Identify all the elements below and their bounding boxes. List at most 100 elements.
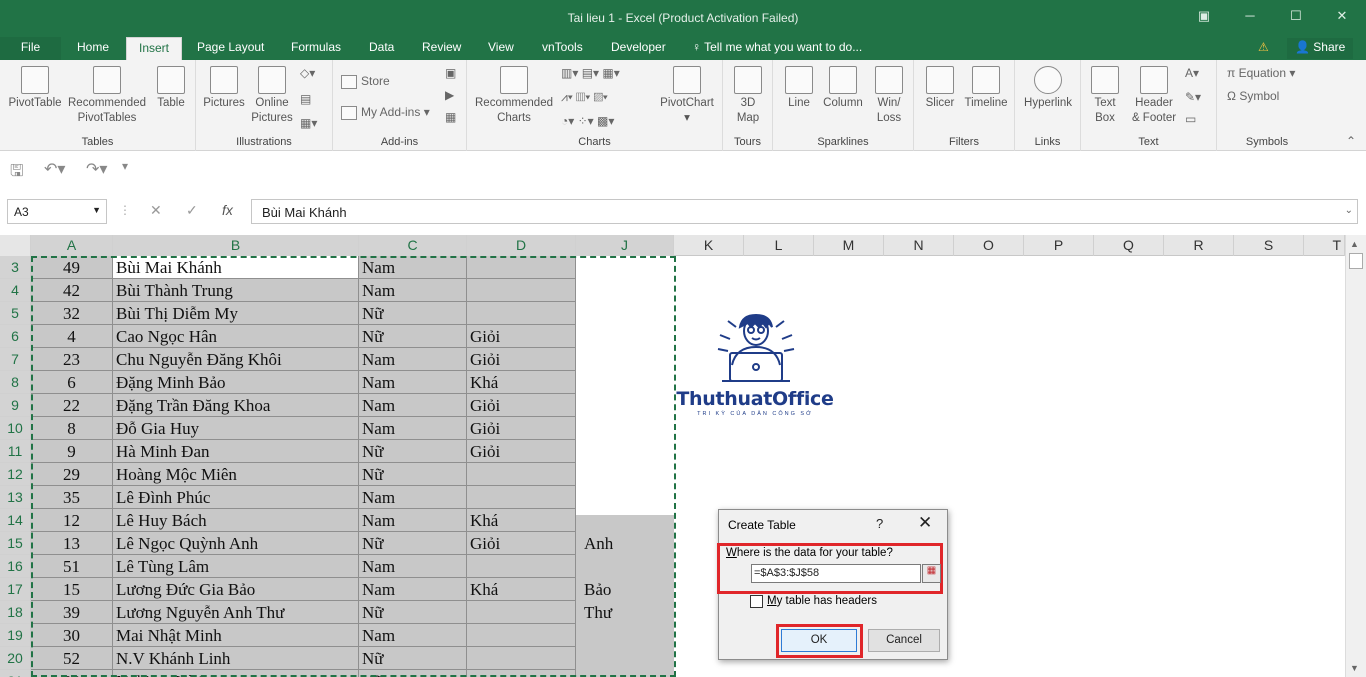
scroll-up-icon[interactable]: ▲ <box>1350 239 1359 249</box>
cell-d[interactable] <box>467 647 576 670</box>
cell-d[interactable]: Giỏi <box>467 417 576 440</box>
headers-checkbox[interactable] <box>750 595 763 608</box>
row-header[interactable]: 19 <box>0 624 31 647</box>
ok-button[interactable]: OK <box>781 629 857 652</box>
slicer-button[interactable]: Slicer <box>920 66 960 111</box>
cell-c[interactable]: Nữ <box>359 463 467 486</box>
tab-home[interactable]: Home <box>77 40 109 54</box>
column-header-c[interactable]: C <box>359 235 467 256</box>
column-header-n[interactable]: N <box>884 235 954 256</box>
cell-c[interactable]: Nam <box>359 256 467 279</box>
column-header-k[interactable]: K <box>674 235 744 256</box>
row-header[interactable]: 8 <box>0 371 31 394</box>
cancel-entry-icon[interactable]: ✕ <box>150 202 162 219</box>
tab-review[interactable]: Review <box>422 40 461 54</box>
tab-file[interactable]: File <box>0 37 61 60</box>
headers-checkbox-label[interactable]: My table has headers <box>767 595 877 607</box>
column-chart-icon[interactable]: ▥▾ ▤▾ ▦▾ <box>561 66 620 80</box>
cell-d[interactable]: Giỏi <box>467 325 576 348</box>
range-input[interactable]: =$A$3:$J$58 <box>751 564 921 583</box>
signature-line-icon[interactable]: ✎▾ <box>1185 90 1201 104</box>
column-header-a[interactable]: A <box>31 235 113 256</box>
cell-d[interactable] <box>467 279 576 302</box>
online-pictures-button[interactable]: Online Pictures <box>248 66 296 126</box>
equation-button[interactable]: π Equation ▾ <box>1227 66 1295 80</box>
select-all-corner[interactable] <box>0 235 31 256</box>
cell-a[interactable]: 4 <box>31 325 113 348</box>
cell-d[interactable] <box>467 256 576 279</box>
cell-b[interactable]: Mai Nhật Minh <box>113 624 359 647</box>
collapse-dialog-button[interactable]: ▦ <box>922 564 941 583</box>
confirm-entry-icon[interactable]: ✓ <box>186 202 198 219</box>
cell-c[interactable]: Nam <box>359 371 467 394</box>
name-box[interactable]: A3 ▼ <box>7 199 107 224</box>
cell-d[interactable]: Giỏi <box>467 440 576 463</box>
cell-d[interactable] <box>467 302 576 325</box>
tab-view[interactable]: View <box>488 40 514 54</box>
tell-me-search[interactable]: ♀ Tell me what you want to do... <box>692 40 862 54</box>
column-header-l[interactable]: L <box>744 235 814 256</box>
cell-a[interactable]: 8 <box>31 417 113 440</box>
3d-map-button[interactable]: 3D Map <box>728 66 768 126</box>
cell-d[interactable] <box>467 463 576 486</box>
pictures-button[interactable]: Pictures <box>200 66 248 111</box>
column-header-m[interactable]: M <box>814 235 884 256</box>
store-button[interactable]: Store <box>341 74 390 89</box>
cell-d[interactable] <box>467 624 576 647</box>
cell-j[interactable] <box>576 670 674 677</box>
column-header-s[interactable]: S <box>1234 235 1304 256</box>
cell-c[interactable]: Nữ <box>359 601 467 624</box>
cell-c[interactable]: Nam <box>359 417 467 440</box>
thuthuatoffice-logo[interactable]: ThuthuatOffice TRI KỲ CỦA DÂN CÔNG SỞ <box>660 305 850 425</box>
visio-icon[interactable]: ▦ <box>445 110 456 124</box>
cell-a[interactable]: 35 <box>31 486 113 509</box>
tab-insert[interactable]: Insert <box>126 37 183 60</box>
help-button[interactable]: ? <box>876 516 883 531</box>
cell-d[interactable] <box>467 601 576 624</box>
cell-b[interactable]: Lê Huy Bách <box>113 509 359 532</box>
cell-d[interactable]: Giỏi <box>467 394 576 417</box>
pivottable-button[interactable]: PivotTable <box>6 66 64 111</box>
column-header-t[interactable]: T <box>1304 235 1345 256</box>
timeline-button[interactable]: Timeline <box>960 66 1012 111</box>
cell-b[interactable]: Lương Đức Gia Bảo <box>113 578 359 601</box>
cell-a[interactable]: 29 <box>31 463 113 486</box>
people-graph-icon[interactable]: ▣ <box>445 66 456 80</box>
formula-input[interactable]: Bùi Mai Khánh ⌄ <box>251 199 1358 224</box>
cell-b[interactable]: N.V Khánh Linh <box>113 647 359 670</box>
cell-b[interactable]: Hà Minh Đan <box>113 440 359 463</box>
cell-b[interactable]: Bùi Thị Diễm My <box>113 302 359 325</box>
column-header-r[interactable]: R <box>1164 235 1234 256</box>
shapes-icon[interactable]: ◇▾ <box>300 66 315 80</box>
cell-a[interactable]: 22 <box>31 394 113 417</box>
row-header[interactable]: 4 <box>0 279 31 302</box>
row-header[interactable]: 12 <box>0 463 31 486</box>
sparkline-line-button[interactable]: Line <box>781 66 817 111</box>
row-header[interactable]: 3 <box>0 256 31 279</box>
row-header[interactable]: 10 <box>0 417 31 440</box>
cell-a[interactable]: 9 <box>31 440 113 463</box>
textbox-button[interactable]: Text Box <box>1087 66 1123 126</box>
column-header-d[interactable]: D <box>467 235 576 256</box>
cell-c[interactable]: Nữ <box>359 302 467 325</box>
row-header[interactable]: 13 <box>0 486 31 509</box>
row-header[interactable]: 20 <box>0 647 31 670</box>
cell-j[interactable] <box>576 647 674 670</box>
row-header[interactable]: 9 <box>0 394 31 417</box>
cell-b[interactable]: Đặng Minh Bảo <box>113 371 359 394</box>
vertical-scrollbar[interactable]: ▲ ▼ <box>1345 235 1366 677</box>
cell-a[interactable]: 39 <box>31 601 113 624</box>
row-header[interactable]: 18 <box>0 601 31 624</box>
cell-c[interactable]: Nữ <box>359 532 467 555</box>
tab-page-layout[interactable]: Page Layout <box>197 40 264 54</box>
cell-a[interactable]: 32 <box>31 302 113 325</box>
customize-qat-icon[interactable]: ▾ <box>122 159 128 173</box>
cell-c[interactable]: Nam <box>359 578 467 601</box>
pivotchart-button[interactable]: PivotChart ▾ <box>655 66 719 126</box>
hyperlink-button[interactable]: Hyperlink <box>1019 66 1077 111</box>
sparkline-winloss-button[interactable]: Win/Loss <box>869 66 909 126</box>
cell-b[interactable]: Nghiêm Hà Linh <box>113 670 359 677</box>
cell-a[interactable]: 30 <box>31 624 113 647</box>
cell-c[interactable]: Nam <box>359 555 467 578</box>
cell-a[interactable]: 12 <box>31 509 113 532</box>
